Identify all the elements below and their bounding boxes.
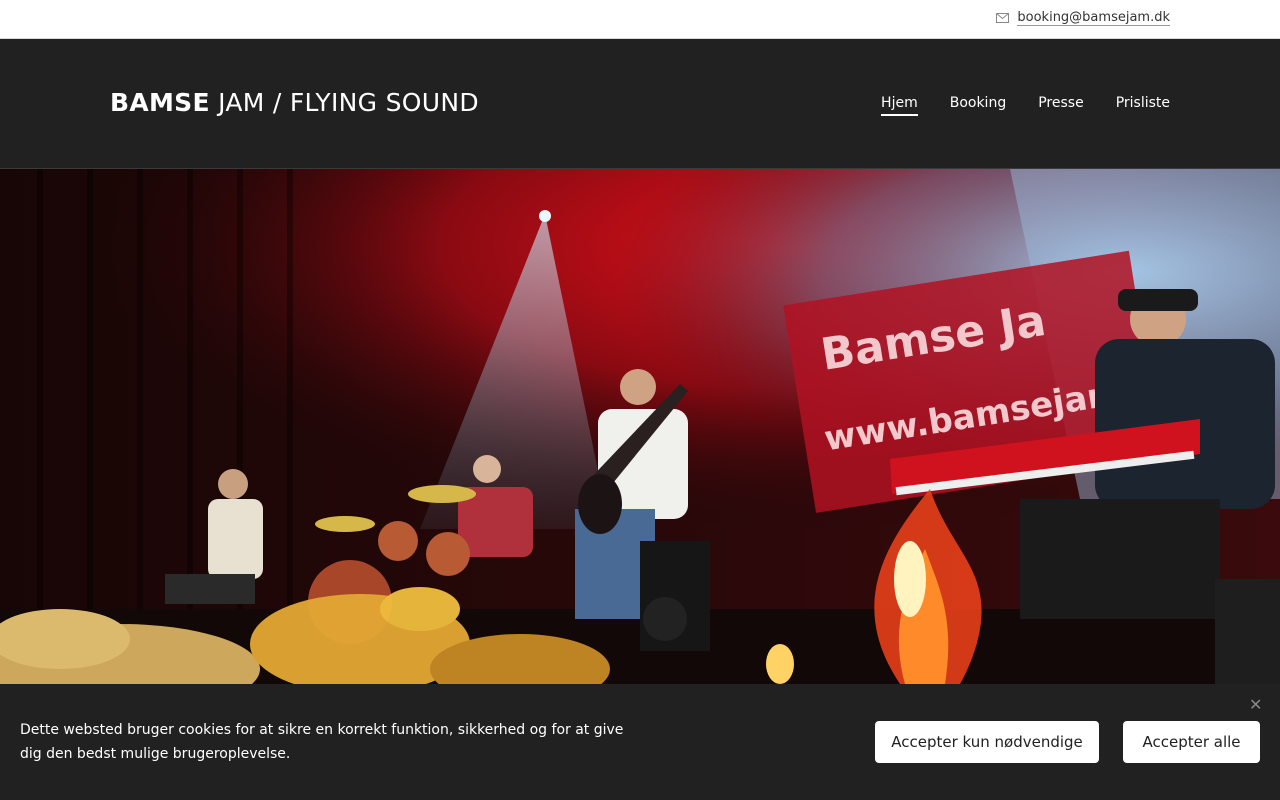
logo-strong-text: BAMSE — [110, 88, 210, 117]
site-header: BAMSE JAM / FLYING SOUND Hjem Booking Pr… — [0, 39, 1280, 169]
nav-item-booking[interactable]: Booking — [950, 95, 1007, 116]
accept-necessary-button[interactable]: Accepter kun nødvendige — [875, 721, 1099, 763]
nav-item-prisliste[interactable]: Prisliste — [1116, 95, 1170, 116]
cookie-text: Dette websted bruger cookies for at sikr… — [20, 722, 624, 762]
top-contact-bar: booking@bamsejam.dk — [0, 0, 1280, 39]
cookie-banner: Dette websted bruger cookies for at sikr… — [0, 684, 1280, 800]
accept-all-button[interactable]: Accepter alle — [1123, 721, 1260, 763]
main-nav: Hjem Booking Presse Prisliste — [881, 95, 1170, 116]
mail-icon — [996, 13, 1010, 23]
site-logo[interactable]: BAMSE JAM / FLYING SOUND — [110, 88, 479, 117]
hero-image: Bamse Ja www.bamsejam — [0, 169, 1280, 684]
nav-item-hjem[interactable]: Hjem — [881, 95, 918, 116]
band-stage-photo: Bamse Ja www.bamsejam — [0, 169, 1280, 684]
contact-email: booking@bamsejam.dk — [996, 10, 1170, 26]
email-link[interactable]: booking@bamsejam.dk — [1017, 10, 1170, 26]
close-icon[interactable]: ✕ — [1249, 697, 1263, 713]
logo-rest-text: JAM / FLYING SOUND — [209, 88, 479, 117]
nav-item-presse[interactable]: Presse — [1038, 95, 1083, 116]
